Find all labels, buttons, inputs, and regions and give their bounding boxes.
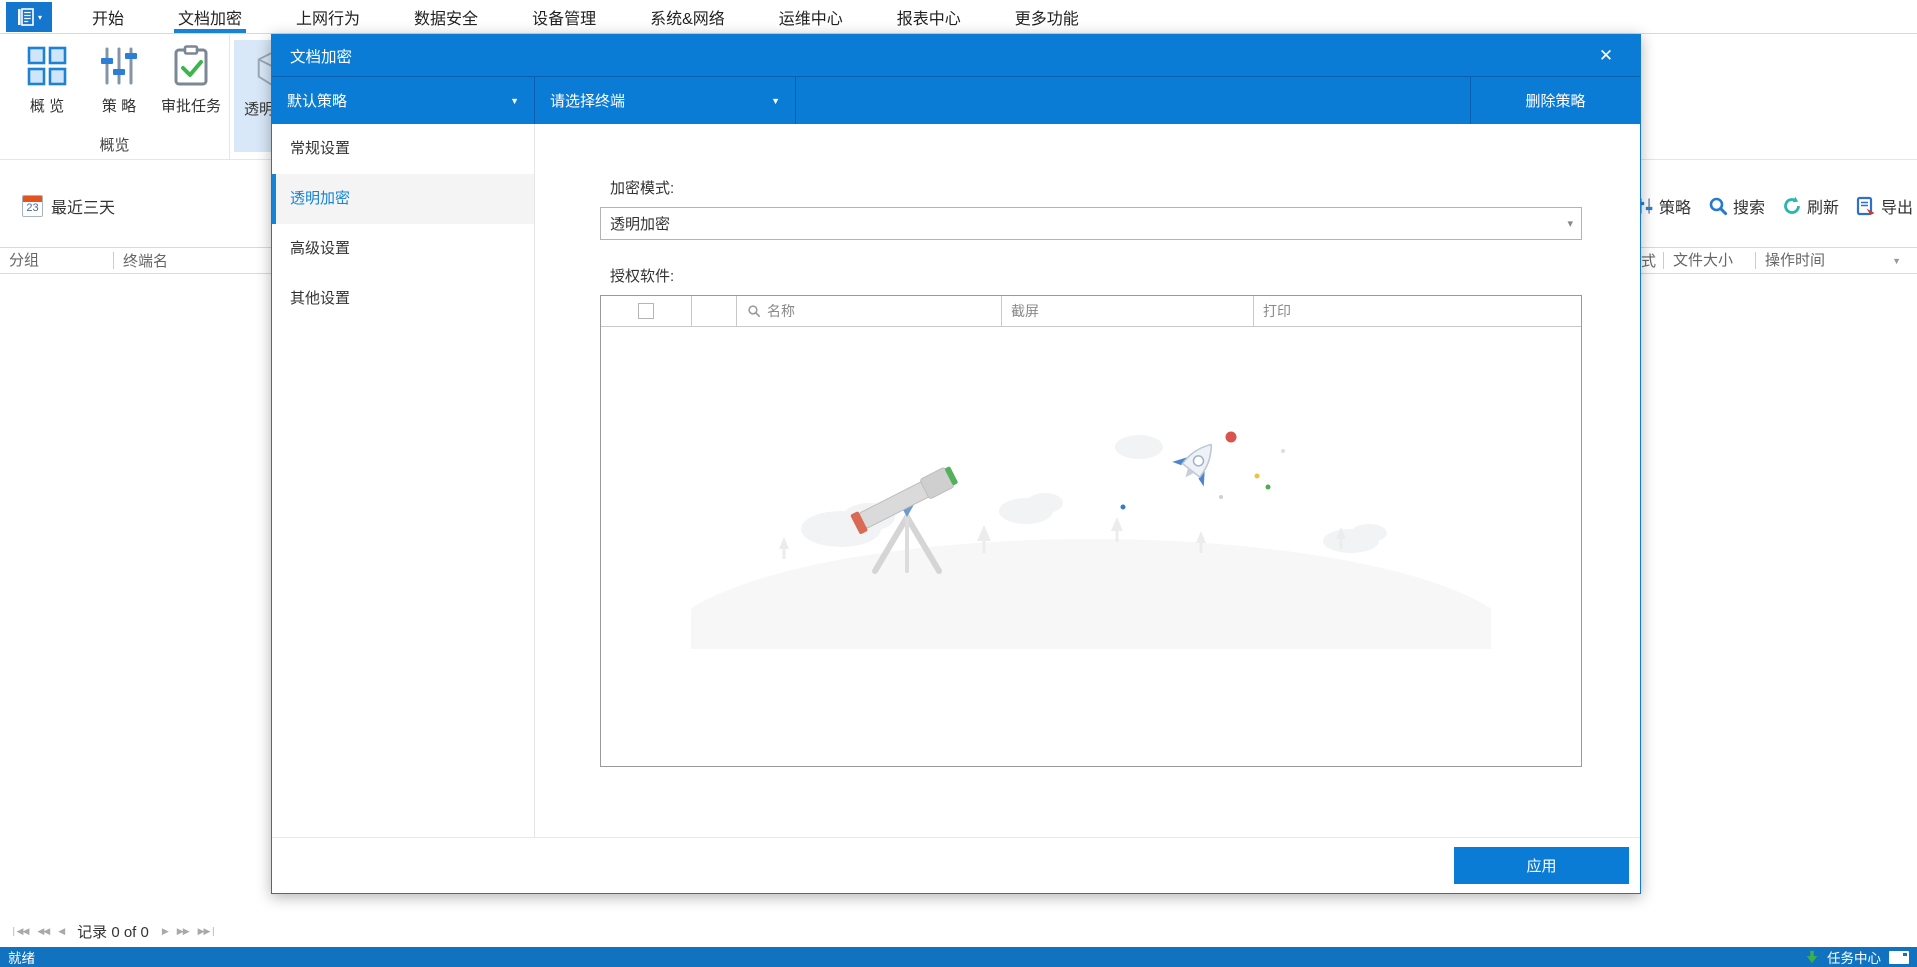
menu-items: 开始 文档加密 上网行为 数据安全 设备管理 系统&网络 运维中心 报表中心 更… bbox=[88, 0, 1129, 33]
search-button[interactable]: 搜索 bbox=[1708, 194, 1765, 218]
policy-label: 策 略 bbox=[101, 98, 137, 115]
dialog-title-bar: 文档加密 ✕ bbox=[272, 35, 1640, 76]
encryption-mode-value: 透明加密 bbox=[610, 216, 671, 233]
column-header-optime[interactable]: 操作时间 bbox=[1755, 252, 1892, 269]
software-table-header: 名称 截屏 打印 bbox=[601, 296, 1581, 327]
dialog-main: 加密模式: 透明加密 ▾ 授权软件: 名称 截屏 打印 bbox=[536, 124, 1640, 837]
download-arrow-icon bbox=[1805, 950, 1819, 964]
column-header-filesize[interactable]: 文件大小 bbox=[1663, 252, 1755, 269]
menu-item-doc-encryption[interactable]: 文档加密 bbox=[174, 0, 247, 33]
terminal-dropdown[interactable]: 请选择终端 ▼ bbox=[535, 77, 796, 124]
menu-item-report-center[interactable]: 报表中心 bbox=[893, 0, 965, 33]
right-toolbar: 策略 搜索 刷新 导出 bbox=[1636, 194, 1913, 218]
refresh-icon bbox=[1782, 196, 1802, 216]
menu-item-data-security[interactable]: 数据安全 bbox=[410, 0, 482, 33]
app-menu-button[interactable]: ▾ bbox=[6, 2, 52, 32]
doc-encryption-dialog: 文档加密 ✕ 默认策略 ▼ 请选择终端 ▼ 删除策略 常规设置 透明加密 高级设… bbox=[271, 34, 1641, 894]
terminal-dropdown-value: 请选择终端 bbox=[550, 93, 626, 110]
chevron-down-icon[interactable]: ▼ bbox=[1892, 256, 1901, 266]
policy-dropdown[interactable]: 默认策略 ▼ bbox=[272, 77, 535, 124]
sidebar-item-general[interactable]: 常规设置 bbox=[272, 124, 534, 174]
menu-bar: ▾ 开始 文档加密 上网行为 数据安全 设备管理 系统&网络 运维中心 报表中心… bbox=[0, 0, 1917, 34]
authorized-software-label: 授权软件: bbox=[610, 268, 675, 285]
dialog-sidebar: 常规设置 透明加密 高级设置 其他设置 bbox=[272, 124, 535, 837]
policy-toolbar-button[interactable]: 策略 bbox=[1636, 194, 1691, 218]
column-header-group[interactable]: 分组 bbox=[0, 252, 114, 269]
column-header-partial[interactable]: 式 bbox=[1641, 250, 1663, 271]
menu-item-more[interactable]: 更多功能 bbox=[1011, 0, 1083, 33]
terminal-table-header: 分组 终端名 bbox=[0, 247, 272, 274]
app-window: ▾ 开始 文档加密 上网行为 数据安全 设备管理 系统&网络 运维中心 报表中心… bbox=[0, 0, 1917, 967]
file-table-header: 式 文件大小 操作时间 ▼ bbox=[1641, 247, 1917, 274]
pagination: ❘◀◀ ◀◀ ◀ 记录 0 of 0 ▶ ▶▶ ▶▶❘ bbox=[10, 921, 217, 942]
task-center-button[interactable]: 任务中心 bbox=[1827, 947, 1881, 967]
chevron-down-icon: ▼ bbox=[510, 95, 519, 106]
ribbon-group-label: 概览 bbox=[99, 137, 130, 154]
export-icon bbox=[1856, 196, 1876, 216]
export-label: 导出 bbox=[1881, 200, 1914, 217]
close-icon[interactable]: ✕ bbox=[1588, 35, 1624, 76]
select-all-checkbox[interactable] bbox=[638, 303, 654, 319]
approval-tasks-button[interactable]: 审批任务 bbox=[158, 44, 224, 116]
search-icon bbox=[1708, 196, 1728, 216]
menu-item-device-mgmt[interactable]: 设备管理 bbox=[528, 0, 600, 33]
prev-page-button[interactable]: ◀ bbox=[58, 926, 65, 937]
chevron-down-icon: ▾ bbox=[1567, 218, 1573, 230]
status-bar: 就绪 任务中心 bbox=[0, 947, 1917, 967]
policy-toolbar-label: 策略 bbox=[1659, 200, 1692, 217]
overview-label: 概 览 bbox=[29, 98, 65, 115]
document-list-icon bbox=[16, 7, 36, 27]
chevron-down-icon: ▾ bbox=[37, 12, 42, 22]
record-count-label: 记录 0 of 0 bbox=[77, 924, 149, 941]
approval-tasks-label: 审批任务 bbox=[160, 98, 221, 115]
calendar-icon: 23 bbox=[22, 195, 43, 217]
dialog-header-row: 默认策略 ▼ 请选择终端 ▼ 删除策略 bbox=[272, 76, 1640, 124]
sidebar-item-advanced[interactable]: 高级设置 bbox=[272, 224, 534, 274]
menu-item-system-network[interactable]: 系统&网络 bbox=[646, 0, 729, 33]
next-page-button[interactable]: ▶ bbox=[162, 926, 169, 937]
empty-state-illustration bbox=[691, 419, 1491, 649]
refresh-button[interactable]: 刷新 bbox=[1782, 194, 1839, 218]
column-header-screenshot[interactable]: 截屏 bbox=[1002, 296, 1254, 326]
policy-button[interactable]: 策 略 bbox=[86, 44, 152, 116]
export-button[interactable]: 导出 bbox=[1856, 194, 1913, 218]
search-label: 搜索 bbox=[1733, 200, 1766, 217]
software-table-body bbox=[601, 327, 1581, 767]
sidebar-item-transparent-encryption[interactable]: 透明加密 bbox=[272, 174, 534, 224]
sidebar-item-other[interactable]: 其他设置 bbox=[272, 274, 534, 324]
column-header-blank bbox=[692, 296, 737, 326]
policy-dropdown-value: 默认策略 bbox=[287, 93, 348, 110]
column-header-name[interactable]: 名称 bbox=[737, 296, 1002, 326]
date-filter-button[interactable]: 23 最近三天 bbox=[22, 194, 115, 218]
task-window-icon[interactable] bbox=[1889, 950, 1909, 964]
first-page-button[interactable]: ❘◀◀ bbox=[10, 926, 29, 937]
date-filter-label: 最近三天 bbox=[51, 200, 116, 217]
column-header-print[interactable]: 打印 bbox=[1254, 296, 1581, 326]
column-header-terminal[interactable]: 终端名 bbox=[114, 250, 168, 271]
last-page-button[interactable]: ▶▶❘ bbox=[198, 926, 217, 937]
sliders-icon bbox=[97, 44, 141, 88]
dialog-footer: 应用 bbox=[272, 837, 1640, 893]
overview-button[interactable]: 概 览 bbox=[14, 44, 80, 116]
encryption-mode-select[interactable]: 透明加密 ▾ bbox=[600, 207, 1582, 240]
authorized-software-table: 名称 截屏 打印 bbox=[600, 295, 1582, 767]
search-icon bbox=[747, 304, 761, 318]
grid-icon bbox=[25, 44, 69, 88]
encryption-mode-label: 加密模式: bbox=[610, 180, 675, 197]
refresh-label: 刷新 bbox=[1807, 200, 1840, 217]
ribbon-group-overview: 概 览 策 略 审批任务 概览 bbox=[0, 34, 230, 160]
menu-item-ops-center[interactable]: 运维中心 bbox=[775, 0, 847, 33]
menu-item-start[interactable]: 开始 bbox=[88, 0, 128, 33]
status-ready-label: 就绪 bbox=[8, 951, 35, 966]
column-header-name-label: 名称 bbox=[767, 303, 795, 319]
chevron-down-icon: ▼ bbox=[771, 95, 780, 106]
menu-item-web-behavior[interactable]: 上网行为 bbox=[292, 0, 364, 33]
apply-button[interactable]: 应用 bbox=[1454, 847, 1629, 884]
calendar-day: 23 bbox=[26, 202, 39, 214]
clipboard-check-icon bbox=[169, 44, 213, 88]
prev-group-button[interactable]: ◀◀ bbox=[37, 926, 50, 937]
delete-policy-button[interactable]: 删除策略 bbox=[1470, 77, 1640, 124]
next-group-button[interactable]: ▶▶ bbox=[177, 926, 190, 937]
dialog-title: 文档加密 bbox=[290, 48, 353, 66]
